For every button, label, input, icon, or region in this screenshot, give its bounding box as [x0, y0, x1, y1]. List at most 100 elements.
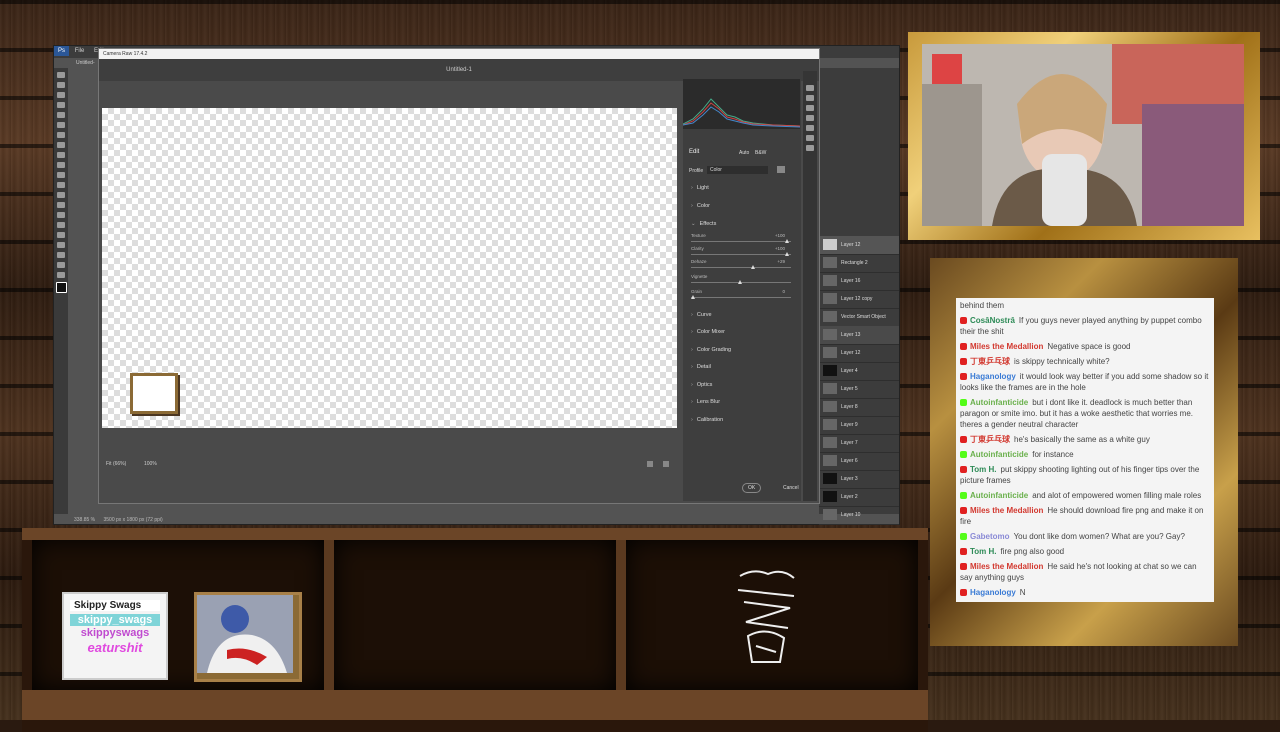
eraser-tool-icon[interactable]	[57, 182, 65, 188]
heal-tool-icon[interactable]	[806, 105, 814, 111]
section-lens-blur[interactable]: › Lens Blur	[691, 399, 791, 405]
chat-username[interactable]: Gabetomo	[970, 532, 1010, 541]
slider-knob[interactable]	[785, 239, 789, 243]
layer-row[interactable]: Vector Smart Object	[819, 308, 899, 327]
layer-row[interactable]: Layer 6	[819, 452, 899, 471]
clarity-slider[interactable]: Clarity +100	[691, 246, 791, 258]
layer-row[interactable]: Layer 12	[819, 236, 899, 255]
profile-browser-icon[interactable]	[777, 166, 785, 173]
mask-tool-icon[interactable]	[806, 115, 814, 121]
layer-row[interactable]: Layer 4	[819, 362, 899, 381]
layer-row[interactable]: Layer 12 copy	[819, 290, 899, 309]
path-tool-icon[interactable]	[57, 242, 65, 248]
slider-knob[interactable]	[691, 295, 695, 299]
camera-raw-title: Camera Raw 17.4.2	[99, 49, 819, 59]
more-icon[interactable]	[806, 145, 814, 151]
chat-username[interactable]: 丁東乒乓球	[970, 357, 1010, 366]
slider-knob[interactable]	[738, 280, 742, 284]
layer-row[interactable]: Layer 16	[819, 272, 899, 291]
compare-view-icon[interactable]	[647, 461, 653, 467]
brush-tool-icon[interactable]	[57, 152, 65, 158]
layer-row[interactable]: Layer 10	[819, 506, 899, 525]
layer-row[interactable]: Rectangle 2	[819, 254, 899, 273]
section-color-mixer[interactable]: › Color Mixer	[691, 329, 791, 335]
type-tool-icon[interactable]	[57, 232, 65, 238]
zoom-100-select[interactable]: 100%	[144, 461, 157, 467]
chat-username[interactable]: Haganology	[970, 372, 1016, 381]
layer-row[interactable]: Layer 3	[819, 470, 899, 489]
edit-tool-icon[interactable]	[806, 85, 814, 91]
blur-tool-icon[interactable]	[57, 202, 65, 208]
redeye-tool-icon[interactable]	[806, 125, 814, 131]
chat-username[interactable]: Tom H.	[970, 547, 997, 556]
hand-tool-icon[interactable]	[57, 262, 65, 268]
select-tool-icon[interactable]	[57, 102, 65, 108]
slider-value[interactable]: +100	[775, 246, 785, 251]
chat-username[interactable]: Autoinfanticide	[970, 491, 1028, 500]
chat-username[interactable]: Miles the Medallion	[970, 562, 1043, 571]
chat-username[interactable]: Miles the Medallion	[970, 506, 1043, 515]
menu-file[interactable]: File	[71, 46, 89, 56]
layer-label: Layer 12 copy	[841, 296, 873, 302]
history-tool-icon[interactable]	[57, 172, 65, 178]
chat-username[interactable]: Tom H.	[970, 465, 997, 474]
layer-row[interactable]: Layer 13	[819, 326, 899, 345]
chat-username[interactable]: Miles the Medallion	[970, 342, 1043, 351]
section-curve[interactable]: › Curve	[691, 312, 791, 318]
section-label: Calibration	[696, 417, 724, 423]
gradient-tool-icon[interactable]	[57, 192, 65, 198]
cancel-button[interactable]: Cancel	[783, 485, 799, 491]
slider-value[interactable]: +100	[775, 233, 785, 238]
chat-username[interactable]: Haganology	[970, 588, 1016, 597]
ps-logo[interactable]: Ps	[54, 46, 70, 56]
profile-select[interactable]: Color	[707, 166, 768, 174]
lasso-tool-icon[interactable]	[57, 92, 65, 98]
dodge-tool-icon[interactable]	[57, 212, 65, 218]
preview-canvas[interactable]	[102, 108, 677, 428]
healing-tool-icon[interactable]	[57, 142, 65, 148]
presets-icon[interactable]	[806, 135, 814, 141]
ps-doc-tab[interactable]: Untitled-	[76, 60, 95, 66]
slider-knob[interactable]	[751, 265, 756, 269]
layer-row[interactable]: Layer 8	[819, 398, 899, 417]
dehaze-slider[interactable]: Dehaze +29	[691, 259, 791, 271]
chat-username[interactable]: Autoinfanticide	[970, 398, 1028, 407]
slider-value[interactable]: +29	[777, 259, 785, 264]
crop-tool-icon[interactable]	[806, 95, 814, 101]
move-tool-icon[interactable]	[57, 72, 65, 78]
section-color[interactable]: › Color	[691, 203, 791, 209]
stamp-tool-icon[interactable]	[57, 162, 65, 168]
layer-row[interactable]: Layer 12	[819, 344, 899, 363]
frame-tool-icon[interactable]	[57, 122, 65, 128]
vignette-slider[interactable]: Vignette	[691, 274, 791, 286]
eyedropper-tool-icon[interactable]	[57, 132, 65, 138]
layer-row[interactable]: Layer 9	[819, 416, 899, 435]
crop-tool-icon[interactable]	[57, 112, 65, 118]
chat-username[interactable]: Autoinfanticide	[970, 450, 1028, 459]
section-detail[interactable]: › Detail	[691, 364, 791, 370]
shape-tool-icon[interactable]	[57, 252, 65, 258]
zoom-fit-select[interactable]: Fit (66%)	[106, 461, 126, 467]
section-color-grading[interactable]: › Color Grading	[691, 347, 791, 353]
section-effects[interactable]: ⌄ Effects	[691, 221, 791, 227]
layer-row[interactable]: Layer 5	[819, 380, 899, 399]
pen-tool-icon[interactable]	[57, 222, 65, 228]
layer-row[interactable]: Layer 7	[819, 434, 899, 453]
layer-row[interactable]: Layer 2	[819, 488, 899, 507]
slider-value[interactable]: 0	[782, 289, 785, 294]
marquee-tool-icon[interactable]	[57, 82, 65, 88]
zoom-tool-icon[interactable]	[57, 272, 65, 278]
auto-button[interactable]: Auto	[739, 150, 749, 156]
slider-knob[interactable]	[785, 252, 789, 256]
ok-button[interactable]: OK	[742, 483, 762, 493]
section-optics[interactable]: › Optics	[691, 382, 791, 388]
section-light[interactable]: › Light	[691, 185, 791, 191]
chat-username[interactable]: CosâNostrâ	[970, 316, 1015, 325]
bw-button[interactable]: B&W	[755, 150, 766, 156]
color-swatch-icon[interactable]	[55, 282, 67, 293]
texture-slider[interactable]: Texture +100	[691, 233, 791, 245]
section-calibration[interactable]: › Calibration	[691, 417, 791, 423]
chat-username[interactable]: 丁東乒乓球	[970, 435, 1010, 444]
grain-slider[interactable]: Grain 0	[691, 289, 791, 301]
before-after-icon[interactable]	[663, 461, 669, 467]
